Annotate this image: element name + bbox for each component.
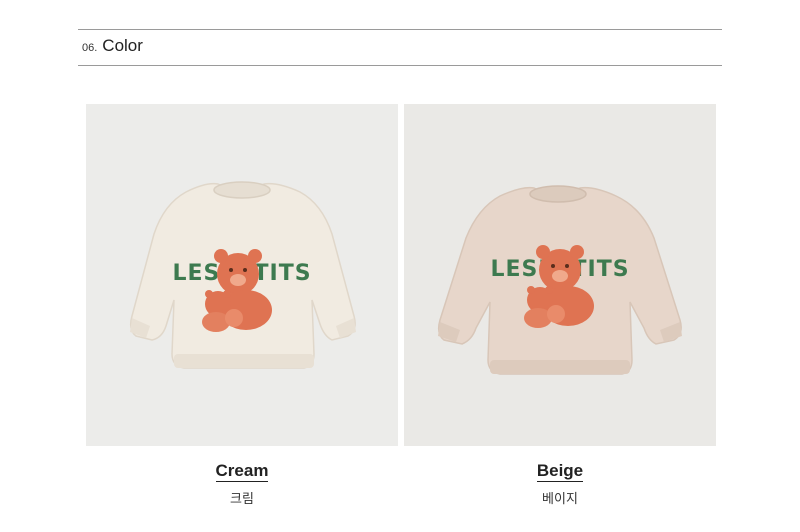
color-name-en: Beige [536,461,584,482]
product-photo-cream: LESPETITS [86,104,398,446]
sweatshirt-photo-cream: LESPETITS [129,181,356,369]
sweatshirt-photo-beige: LESPETITS [437,185,682,375]
section-number: 06. [82,42,98,54]
color-name-ko: 크림 [230,491,254,506]
product-photo-beige: LESPETITS [404,104,716,446]
section-title: Color [102,36,143,55]
top-divider [78,29,722,30]
color-name-ko: 베이지 [542,491,578,506]
bottom-divider [78,65,722,66]
color-option-beige[interactable]: Beige 베이지 [404,461,716,507]
color-name-en: Cream [215,461,269,482]
color-option-cream[interactable]: Cream 크림 [86,461,398,507]
section-header: 06. Color [82,36,143,56]
